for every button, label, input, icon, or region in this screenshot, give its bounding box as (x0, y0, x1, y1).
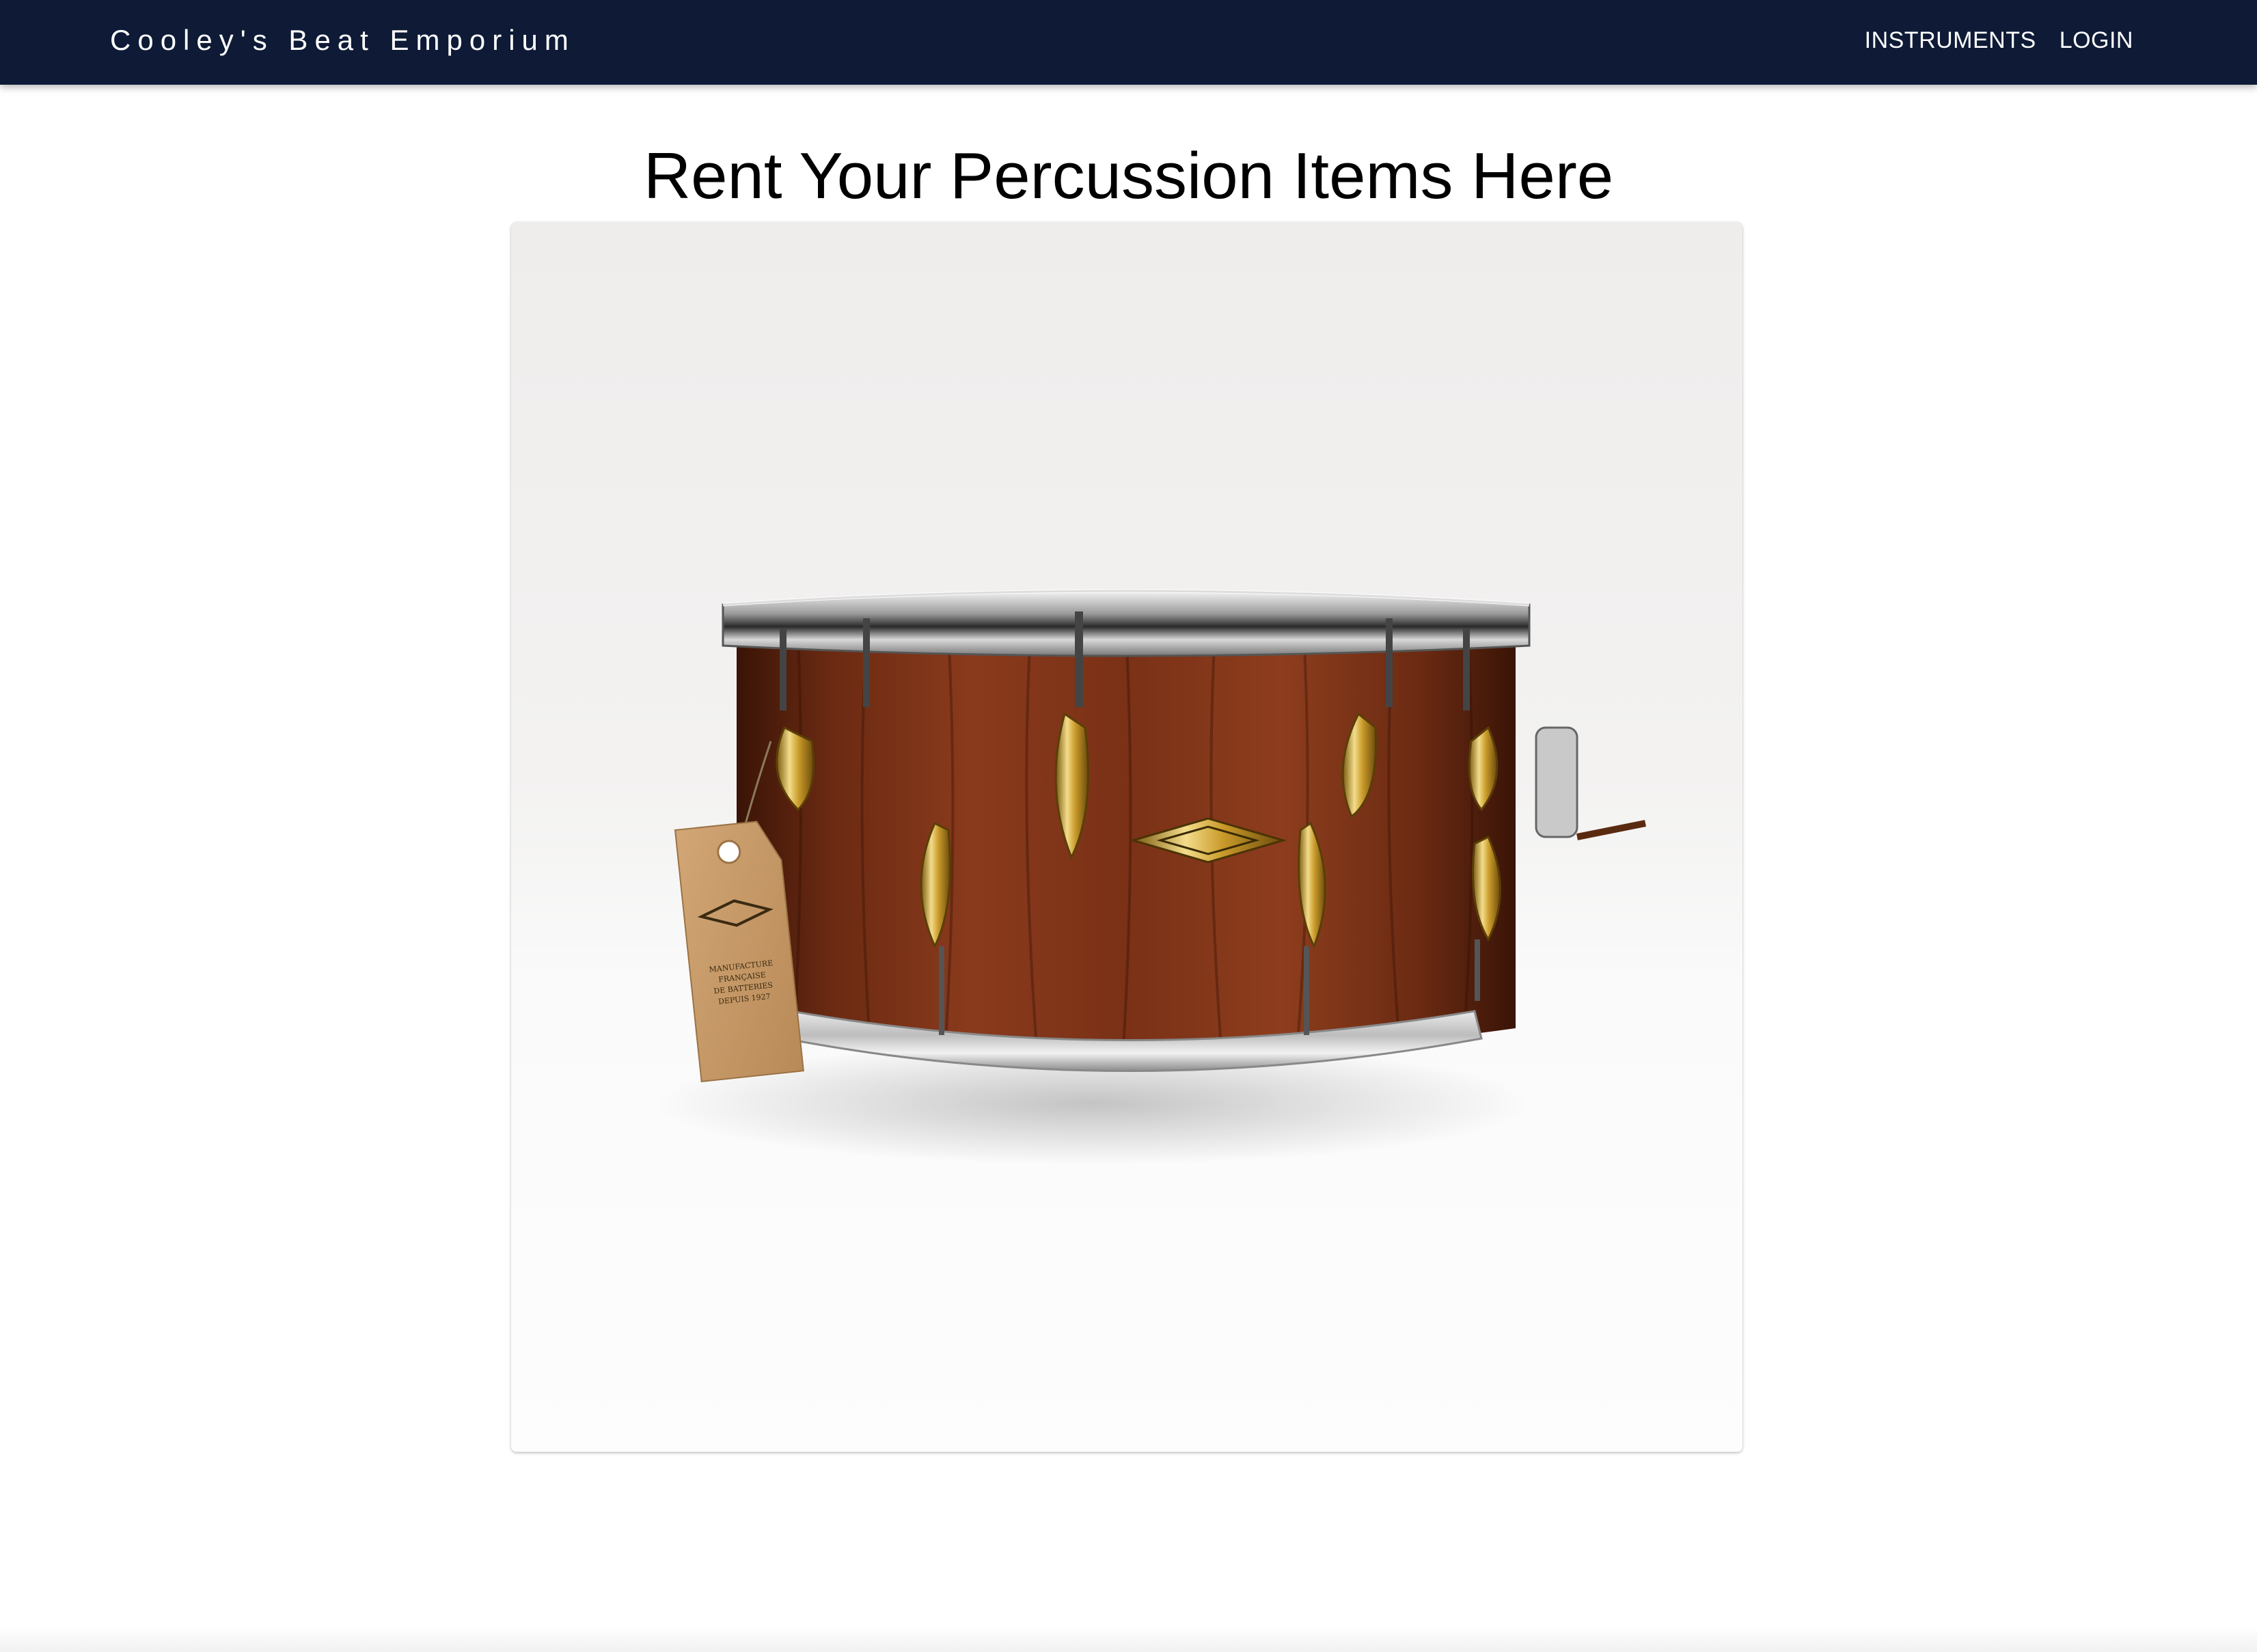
hero-image-card: MANUFACTURE FRANÇAISE DE BATTERIES DEPUI… (511, 222, 1742, 1452)
nav-link-login[interactable]: LOGIN (2060, 27, 2133, 54)
top-navbar: Cooley's Beat Emporium INSTRUMENTS LOGIN (0, 0, 2257, 85)
nav-links: INSTRUMENTS LOGIN (1865, 0, 2133, 81)
snare-drum-image: MANUFACTURE FRANÇAISE DE BATTERIES DEPUI… (655, 589, 1646, 1165)
brand-name[interactable]: Cooley's Beat Emporium (110, 0, 575, 81)
page-title: Rent Your Percussion Items Here (643, 139, 1614, 212)
nav-link-instruments[interactable]: INSTRUMENTS (1865, 27, 2036, 54)
bottom-edge-shadow (0, 1626, 2257, 1652)
